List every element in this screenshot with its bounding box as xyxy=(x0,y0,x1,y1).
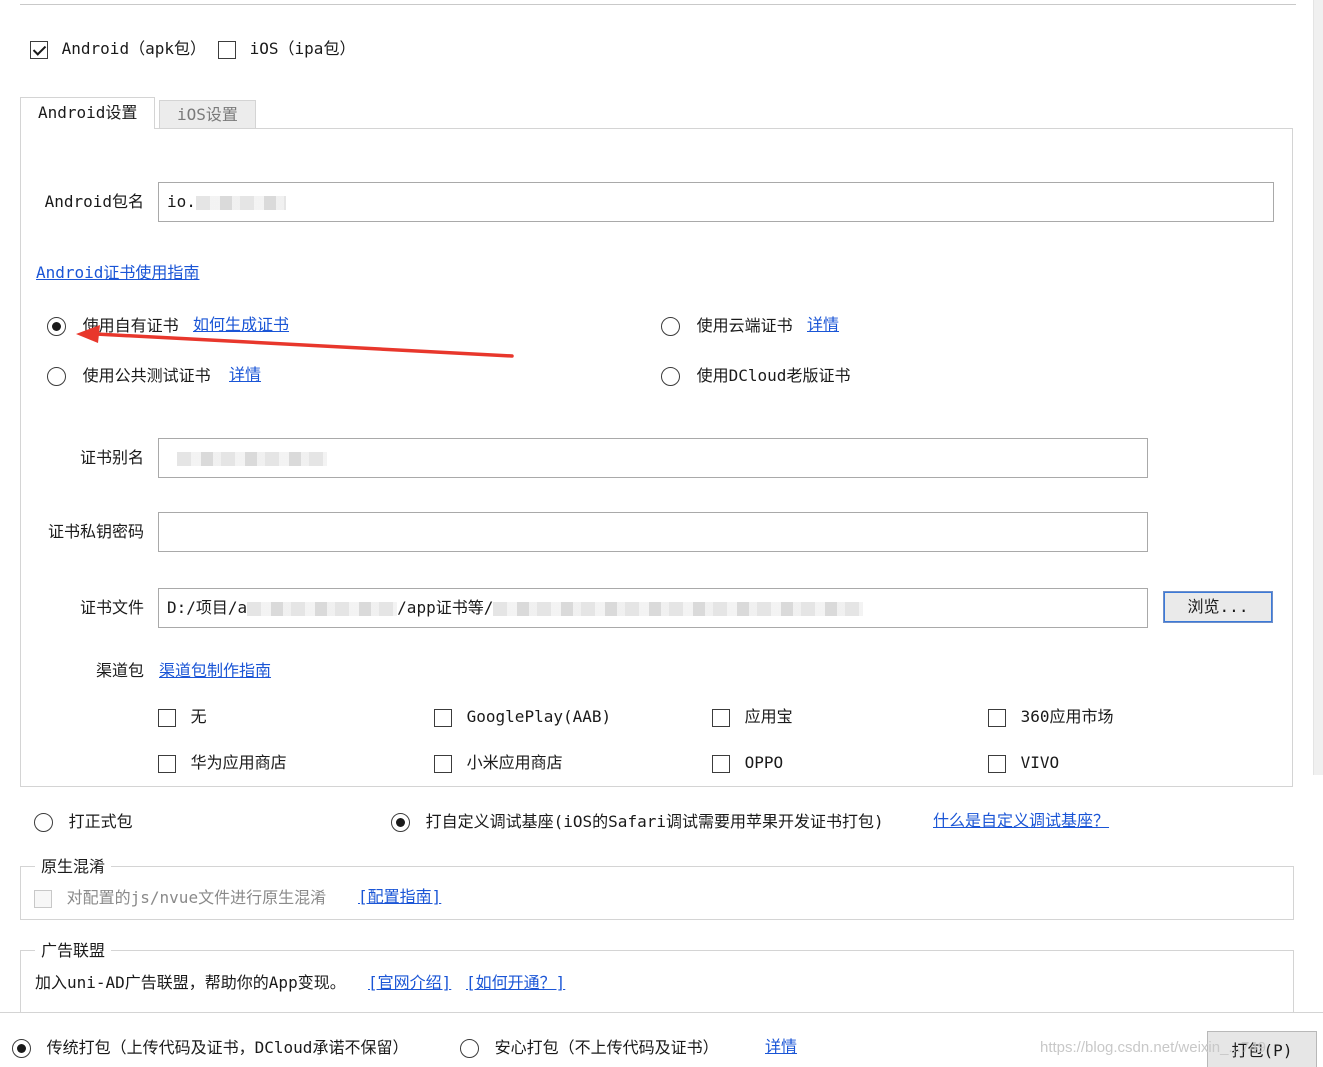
vertical-scrollbar[interactable] xyxy=(1313,0,1323,775)
channel-xiaomi-checkbox[interactable] xyxy=(434,754,452,773)
channel-vivo-option[interactable]: VIVO xyxy=(988,752,1059,774)
cert-password-input[interactable] xyxy=(158,512,1148,552)
csdn-watermark: https://blog.csdn.net/weixin_...749 xyxy=(1040,1039,1266,1056)
channel-none-checkbox[interactable] xyxy=(158,708,176,727)
channel-yingyongbao-label: 应用宝 xyxy=(744,707,793,726)
cert-file-input[interactable]: D:/项目/a/app证书等/ xyxy=(158,588,1148,628)
public-test-cert-label: 使用公共测试证书 xyxy=(82,366,211,385)
channel-googleplay-checkbox[interactable] xyxy=(434,708,452,727)
channel-360-checkbox[interactable] xyxy=(988,708,1006,727)
tab-ios-settings[interactable]: iOS设置 xyxy=(159,100,256,129)
channel-googleplay-option[interactable]: GooglePlay(AAB) xyxy=(434,706,611,728)
cert-file-label: 证书文件 xyxy=(79,598,144,617)
own-cert-radio[interactable] xyxy=(47,317,66,336)
channel-googleplay-label: GooglePlay(AAB) xyxy=(466,707,612,726)
dcloud-old-cert-option[interactable]: 使用DCloud老版证书 xyxy=(661,365,850,387)
channel-none-option[interactable]: 无 xyxy=(158,706,207,728)
tab-android-settings[interactable]: Android设置 xyxy=(20,97,156,129)
public-test-cert-details-link[interactable]: 详情 xyxy=(229,364,261,386)
ios-platform-label: iOS（ipa包） xyxy=(249,39,356,58)
obfuscation-option: 对配置的js/nvue文件进行原生混淆 xyxy=(34,887,326,909)
channel-xiaomi-option[interactable]: 小米应用商店 xyxy=(434,752,563,774)
channel-yingyongbao-checkbox[interactable] xyxy=(712,708,730,727)
formal-package-label: 打正式包 xyxy=(68,812,133,831)
channel-guide-link[interactable]: 渠道包制作指南 xyxy=(159,660,271,682)
channel-package-label: 渠道包 xyxy=(95,661,144,680)
formal-package-option[interactable]: 打正式包 xyxy=(34,811,133,833)
cert-file-value-middle: /app证书等/ xyxy=(397,598,494,617)
safe-pack-option[interactable]: 安心打包（不上传代码及证书） xyxy=(460,1037,719,1059)
redacted-package-blur xyxy=(195,195,286,210)
channel-oppo-label: OPPO xyxy=(744,753,784,772)
channel-vivo-label: VIVO xyxy=(1020,753,1060,772)
android-checkbox-box[interactable] xyxy=(30,40,48,59)
cloud-cert-details-link[interactable]: 详情 xyxy=(807,314,839,336)
channel-none-label: 无 xyxy=(190,707,207,726)
channel-xiaomi-label: 小米应用商店 xyxy=(466,753,563,772)
redacted-path-blur-2 xyxy=(493,601,864,616)
traditional-pack-radio[interactable] xyxy=(12,1039,31,1058)
package-name-value: io. xyxy=(167,192,196,211)
custom-base-label: 打自定义调试基座(iOS的Safari调试需要用苹果开发证书打包) xyxy=(425,812,884,831)
traditional-pack-label: 传统打包（上传代码及证书，DCloud承诺不保留） xyxy=(46,1038,409,1057)
cloud-cert-option[interactable]: 使用云端证书 xyxy=(661,315,793,337)
android-cert-guide-link[interactable]: Android证书使用指南 xyxy=(36,262,199,284)
cert-file-value-prefix: D:/项目/a xyxy=(167,598,248,617)
channel-huawei-checkbox[interactable] xyxy=(158,754,176,773)
obfuscation-guide-link[interactable]: [配置指南] xyxy=(358,886,441,908)
obfuscation-title: 原生混淆 xyxy=(35,856,112,878)
android-platform-label: Android（apk包） xyxy=(61,39,206,58)
custom-base-help-link[interactable]: 什么是自定义调试基座？ xyxy=(933,810,1109,832)
channel-oppo-option[interactable]: OPPO xyxy=(712,752,783,774)
custom-base-radio[interactable] xyxy=(391,813,410,832)
cert-password-label: 证书私钥密码 xyxy=(47,522,144,541)
ad-intro-link[interactable]: [官网介绍] xyxy=(368,972,451,994)
dcloud-old-cert-label: 使用DCloud老版证书 xyxy=(696,366,851,385)
cert-alias-input[interactable] xyxy=(158,438,1148,478)
package-name-input[interactable]: io. xyxy=(158,182,1274,222)
channel-huawei-label: 华为应用商店 xyxy=(190,753,287,772)
annotation-arrow-icon xyxy=(76,325,514,358)
traditional-pack-option[interactable]: 传统打包（上传代码及证书，DCloud承诺不保留） xyxy=(12,1037,408,1059)
channel-oppo-checkbox[interactable] xyxy=(712,754,730,773)
cert-alias-label: 证书别名 xyxy=(79,448,144,467)
custom-base-option[interactable]: 打自定义调试基座(iOS的Safari调试需要用苹果开发证书打包) xyxy=(391,811,884,833)
safe-pack-details-link[interactable]: 详情 xyxy=(765,1036,797,1058)
safe-pack-label: 安心打包（不上传代码及证书） xyxy=(494,1038,719,1057)
ad-howto-link[interactable]: [如何开通？] xyxy=(466,972,565,994)
android-platform-checkbox[interactable]: Android（apk包） xyxy=(30,38,206,60)
ios-platform-checkbox[interactable]: iOS（ipa包） xyxy=(218,38,355,60)
obfuscation-checkbox xyxy=(34,889,52,908)
redacted-alias-blur xyxy=(177,451,327,466)
cloud-cert-label: 使用云端证书 xyxy=(696,316,793,335)
public-test-cert-option[interactable]: 使用公共测试证书 xyxy=(47,365,211,387)
cloud-cert-radio[interactable] xyxy=(661,317,680,336)
channel-vivo-checkbox[interactable] xyxy=(988,754,1006,773)
obfuscation-label: 对配置的js/nvue文件进行原生混淆 xyxy=(66,888,327,907)
browse-button[interactable]: 浏览... xyxy=(1163,591,1273,623)
redacted-path-blur-1 xyxy=(247,601,398,616)
channel-360-option[interactable]: 360应用市场 xyxy=(988,706,1114,728)
dcloud-old-cert-radio[interactable] xyxy=(661,367,680,386)
safe-pack-radio[interactable] xyxy=(460,1039,479,1058)
ad-alliance-text: 加入uni-AD广告联盟，帮助你的App变现。 xyxy=(35,973,346,992)
channel-yingyongbao-option[interactable]: 应用宝 xyxy=(712,706,793,728)
ad-alliance-title: 广告联盟 xyxy=(35,940,112,962)
top-divider xyxy=(20,4,1296,5)
ios-checkbox-box[interactable] xyxy=(218,40,236,59)
channel-360-label: 360应用市场 xyxy=(1020,707,1114,726)
package-name-label: Android包名 xyxy=(44,192,144,211)
public-test-cert-radio[interactable] xyxy=(47,367,66,386)
formal-package-radio[interactable] xyxy=(34,813,53,832)
channel-huawei-option[interactable]: 华为应用商店 xyxy=(158,752,287,774)
